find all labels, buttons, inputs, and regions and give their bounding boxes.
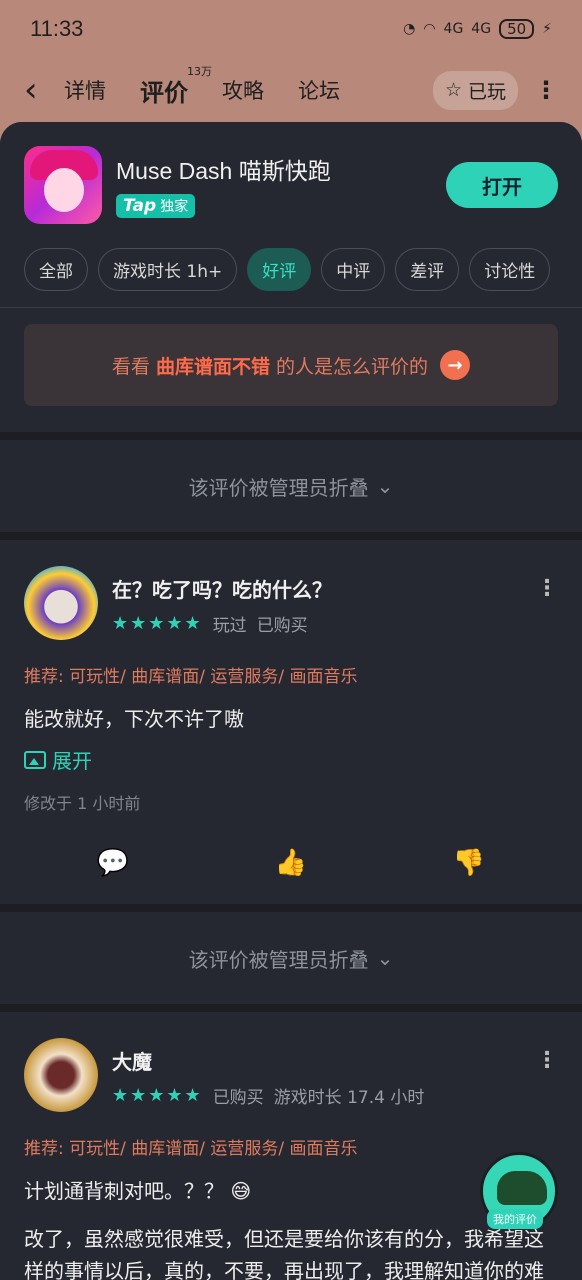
reviewer-name[interactable]: 在？吃了吗？吃的什么？	[112, 574, 536, 603]
filter-discussion[interactable]: 讨论性	[469, 248, 551, 291]
more-options-icon[interactable]: ⋮	[536, 1048, 558, 1073]
review-text: 计划通背刺对吧。？？ 😅	[24, 1179, 252, 1203]
folded-notice[interactable]: 该评价被管理员折叠 ⌄	[0, 440, 582, 532]
review-text-body: 改了，虽然感觉很难受，但还是要给你该有的分，我希望这样的事情以后，真的，不要，再…	[24, 1227, 544, 1280]
star-outline-icon: ☆	[444, 79, 462, 101]
status-bar: 11:33 ◔ ◠ 4G 4G 50 ⚡	[0, 0, 582, 58]
status-icons: ◔ ◠ 4G 4G 50 ⚡	[403, 19, 552, 39]
tap-brand: Tap	[123, 196, 157, 216]
promo-prefix: 看看	[111, 355, 150, 378]
review-time: 修改于 1 小时前	[24, 794, 141, 813]
network-2: 4G	[471, 21, 492, 37]
top-nav: ‹ 详情 评价 13万 攻略 论坛 ☆ 已玩 ⋮	[0, 62, 582, 118]
network-1: 4G	[443, 21, 464, 37]
thumbs-up-icon[interactable]: 👍	[275, 848, 307, 878]
arrow-right-icon: →	[440, 350, 471, 380]
back-icon[interactable]: ‹	[24, 70, 64, 110]
tab-reviews[interactable]: 评价 13万	[140, 65, 212, 108]
game-icon	[24, 146, 102, 224]
charging-icon: ⚡	[542, 21, 552, 37]
my-review-label: 我的评价	[487, 1209, 543, 1229]
dinosaur-icon	[497, 1171, 547, 1205]
image-icon	[24, 750, 46, 769]
promo-keyword: 曲库谱面不错	[155, 355, 270, 378]
expand-button[interactable]: 展开	[24, 745, 558, 774]
tap-exclusive-badge: Tap 独家	[116, 194, 196, 218]
battery-icon: 50	[499, 19, 535, 39]
exclusive-label: 独家	[160, 199, 189, 215]
promo-banner[interactable]: 看看 曲库谱面不错 的人是怎么评价的 →	[24, 324, 558, 406]
wifi-icon: ◠	[423, 21, 436, 37]
review-tag: 玩过	[212, 616, 247, 636]
played-label: 已玩	[467, 80, 506, 103]
avatar[interactable]	[24, 1038, 98, 1112]
played-button[interactable]: ☆ 已玩	[432, 70, 518, 110]
recommend-tags: 推荐: 可玩性/ 曲库谱面/ 运营服务/ 画面音乐	[24, 1139, 358, 1159]
game-card: Muse Dash 喵斯快跑 Tap 独家 打开 全部 游戏时长 1h+ 好评 …	[0, 122, 582, 432]
filter-all[interactable]: 全部	[24, 248, 88, 291]
filter-negative[interactable]: 差评	[395, 248, 460, 291]
review-tag: 游戏时长 17.4 小时	[273, 1088, 425, 1108]
filter-playtime[interactable]: 游戏时长 1h+	[98, 248, 238, 291]
star-rating-icon: ★★★★★	[112, 613, 203, 634]
promo-suffix: 的人是怎么评价的	[276, 355, 429, 378]
open-button[interactable]: 打开	[446, 162, 558, 208]
signal-icon: ◔	[403, 21, 416, 37]
thumbs-down-icon[interactable]: 👎	[453, 848, 485, 878]
review-tag: 已购买	[212, 1088, 264, 1108]
comment-icon[interactable]: 💬	[97, 848, 129, 878]
more-vertical-icon[interactable]: ⋮	[534, 76, 558, 104]
avatar[interactable]	[24, 566, 98, 640]
tab-guides[interactable]: 攻略	[222, 75, 264, 105]
expand-label: 展开	[52, 749, 92, 773]
review-card: 大魔 ★★★★★ 已购买 游戏时长 17.4 小时 ⋮ 推荐: 可玩性/ 曲库谱…	[0, 1012, 582, 1280]
my-review-fab[interactable]: 我的评价	[480, 1152, 558, 1230]
chevron-down-icon: ⌄	[376, 474, 394, 498]
folded-notice[interactable]: 该评价被管理员折叠 ⌄	[0, 912, 582, 1004]
recommend-tags: 推荐: 可玩性/ 曲库谱面/ 运营服务/ 画面音乐	[24, 667, 358, 687]
review-actions: 💬 👍 👎	[24, 814, 558, 904]
chevron-down-icon: ⌄	[376, 946, 394, 970]
folded-text: 该评价被管理员折叠	[188, 475, 369, 500]
divider	[0, 307, 582, 308]
review-tag: 已购买	[256, 616, 308, 636]
game-title: Muse Dash 喵斯快跑	[116, 158, 331, 184]
tab-reviews-label: 评价	[140, 78, 188, 107]
filter-positive[interactable]: 好评	[247, 248, 312, 291]
folded-text: 该评价被管理员折叠	[188, 947, 369, 972]
review-card: 在？吃了吗？吃的什么？ ★★★★★ 玩过 已购买 ⋮ 推荐: 可玩性/ 曲库谱面…	[0, 540, 582, 904]
status-time: 11:33	[30, 16, 84, 41]
review-sheet: Muse Dash 喵斯快跑 Tap 独家 打开 全部 游戏时长 1h+ 好评 …	[0, 122, 582, 1280]
reviewer-name[interactable]: 大魔	[112, 1046, 536, 1075]
tab-forum[interactable]: 论坛	[298, 75, 340, 105]
review-count: 13万	[187, 64, 212, 78]
more-options-icon[interactable]: ⋮	[536, 576, 558, 601]
review-text: 能改就好，下次不许了嗷	[24, 707, 244, 731]
star-rating-icon: ★★★★★	[112, 1085, 203, 1106]
filter-neutral[interactable]: 中评	[321, 248, 386, 291]
filter-chips: 全部 游戏时长 1h+ 好评 中评 差评 讨论性	[24, 248, 558, 291]
tab-details[interactable]: 详情	[64, 75, 106, 105]
